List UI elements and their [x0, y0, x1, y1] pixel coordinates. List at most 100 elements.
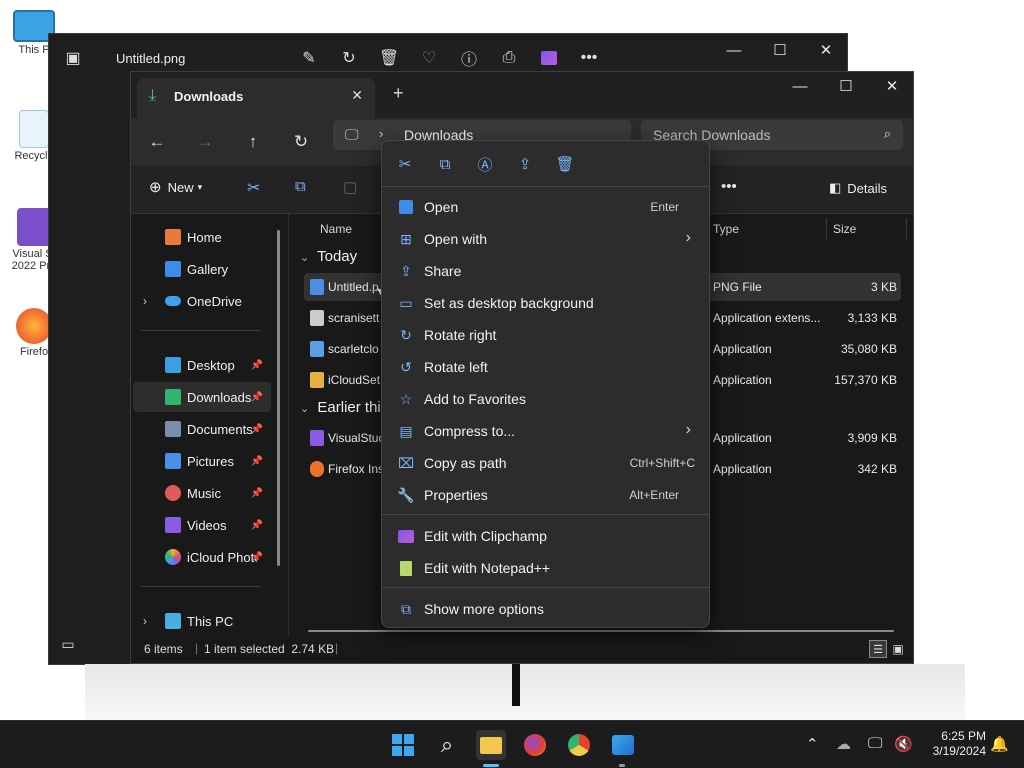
- heart-icon[interactable]: ♡: [419, 48, 439, 68]
- taskbar-firefox[interactable]: [520, 730, 550, 760]
- delete-icon[interactable]: 🗑: [379, 48, 399, 68]
- start-button[interactable]: [388, 730, 418, 760]
- menu-item-compress[interactable]: ▤ Compress to... ›: [386, 416, 707, 446]
- tab-close-icon[interactable]: ✕: [351, 87, 363, 104]
- copy-icon[interactable]: ⧉: [434, 153, 456, 175]
- nav-item-music[interactable]: Music 📌: [133, 478, 271, 508]
- nav-item-this-pc[interactable]: › This PC: [133, 606, 271, 636]
- menu-item-properties[interactable]: 🔧 Properties Alt+Enter: [386, 480, 707, 510]
- refresh-icon[interactable]: ↻: [289, 130, 313, 154]
- paste-icon[interactable]: ▢: [343, 178, 357, 196]
- chevron-right-icon: ›: [143, 294, 147, 308]
- cut-icon[interactable]: ✂: [247, 178, 260, 198]
- new-button[interactable]: ⊕ New ▾: [149, 178, 202, 196]
- menu-item-edit-clipchamp[interactable]: Edit with Clipchamp: [386, 521, 707, 551]
- column-size[interactable]: Size: [833, 214, 856, 244]
- file-size: 342 KB: [857, 462, 897, 476]
- taskbar-photos[interactable]: [608, 730, 638, 760]
- menu-item-rotate-left[interactable]: ↺ Rotate left: [386, 352, 707, 382]
- menu-separator: [382, 587, 709, 588]
- rotate-icon[interactable]: ↻: [339, 48, 359, 68]
- nav-item-desktop[interactable]: Desktop 📌: [133, 350, 271, 380]
- up-arrow-icon[interactable]: ↑: [241, 130, 265, 154]
- taskbar: ⌕ ⌃ ☁ 🖵 🔇 6:25 PM 3/19/2024 🔔: [0, 720, 1024, 768]
- status-divider: |: [195, 641, 199, 655]
- info-icon[interactable]: ⓘ: [459, 48, 479, 69]
- menu-item-copy-path[interactable]: ⌧ Copy as path Ctrl+Shift+C: [386, 448, 707, 478]
- nav-item-label: Music: [187, 485, 221, 501]
- delete-icon[interactable]: 🗑: [554, 153, 576, 175]
- nav-item-label: Pictures: [187, 453, 234, 469]
- menu-item-open-with[interactable]: ⊞ Open with ›: [386, 224, 707, 254]
- group-header-today[interactable]: ⌄ Today: [300, 248, 357, 265]
- photos-maximize-button[interactable]: ☐: [757, 34, 803, 66]
- tiles-view-icon[interactable]: ▣: [889, 640, 907, 658]
- new-tab-button[interactable]: +: [393, 83, 404, 104]
- menu-item-shortcut: Alt+Enter: [629, 488, 679, 502]
- file-type: Application: [713, 373, 772, 387]
- onedrive-cloud-icon[interactable]: ☁: [836, 735, 851, 753]
- photos-minimize-button[interactable]: —: [711, 34, 757, 66]
- nav-scrollbar[interactable]: [277, 230, 280, 566]
- menu-item-label: Share: [424, 263, 462, 279]
- cut-icon[interactable]: ✂: [394, 153, 416, 175]
- notification-bell-icon[interactable]: 🔔: [990, 735, 1009, 753]
- nav-item-icloud-photos[interactable]: iCloud Photo 📌: [133, 542, 271, 572]
- menu-item-edit-notepad[interactable]: Edit with Notepad++: [386, 553, 707, 583]
- photos-close-button[interactable]: ✕: [803, 34, 849, 66]
- nav-item-documents[interactable]: Documents 📌: [133, 414, 271, 444]
- details-view-icon[interactable]: ☰: [869, 640, 887, 658]
- search-icon[interactable]: ⌕: [432, 730, 462, 760]
- print-icon[interactable]: ⎙: [499, 48, 519, 68]
- image-icon: [398, 199, 414, 215]
- open-with-icon: ⊞: [400, 230, 412, 247]
- nav-item-gallery[interactable]: Gallery: [133, 254, 271, 284]
- menu-item-add-favorites[interactable]: ☆ Add to Favorites: [386, 384, 707, 414]
- nav-item-onedrive[interactable]: › OneDrive: [133, 286, 271, 316]
- taskbar-file-explorer[interactable]: [476, 730, 506, 760]
- explorer-maximize-button[interactable]: ☐: [823, 72, 869, 100]
- taskbar-chrome[interactable]: [564, 730, 594, 760]
- chevron-down-icon: ⌄: [300, 403, 310, 415]
- file-name: VisualStuc: [328, 431, 385, 445]
- column-name[interactable]: Name: [320, 214, 352, 244]
- forward-arrow-icon[interactable]: →: [193, 130, 217, 154]
- filmstrip-icon[interactable]: ▭: [53, 630, 83, 658]
- details-button[interactable]: ◧ Details: [829, 180, 887, 196]
- copy-icon[interactable]: ⧉: [295, 178, 306, 195]
- nav-item-downloads[interactable]: Downloads 📌: [133, 382, 271, 412]
- nav-item-pictures[interactable]: Pictures 📌: [133, 446, 271, 476]
- back-arrow-icon[interactable]: ←: [145, 130, 169, 154]
- horizontal-scrollbar[interactable]: [308, 630, 894, 632]
- clipchamp-icon[interactable]: [539, 48, 559, 68]
- pin-icon: 📌: [250, 519, 263, 531]
- file-size: 3 KB: [870, 280, 897, 294]
- menu-item-share[interactable]: ⇪ Share: [386, 256, 707, 286]
- more-options-icon: ⧉: [401, 600, 411, 617]
- nav-item-home[interactable]: Home: [133, 222, 271, 252]
- nav-item-videos[interactable]: Videos 📌: [133, 510, 271, 540]
- menu-item-show-more[interactable]: ⧉ Show more options: [386, 594, 707, 624]
- network-icon[interactable]: 🖵: [868, 735, 882, 752]
- edit-image-icon[interactable]: ✎: [299, 48, 319, 68]
- menu-item-open[interactable]: Open Enter: [386, 192, 707, 222]
- clock[interactable]: 6:25 PM 3/19/2024: [920, 729, 986, 759]
- tab-downloads[interactable]: ⤓ Downloads ✕: [137, 78, 375, 118]
- menu-item-label: Rotate right: [424, 327, 497, 343]
- clipchamp-icon: [398, 528, 414, 544]
- more-icon[interactable]: •••: [721, 178, 737, 195]
- menu-item-rotate-right[interactable]: ↻ Rotate right: [386, 320, 707, 350]
- nav-divider: [141, 586, 261, 587]
- group-header-earlier[interactable]: ⌄ Earlier this: [300, 399, 388, 416]
- chevron-up-icon[interactable]: ⌃: [806, 735, 819, 753]
- rename-icon[interactable]: Ⓐ: [474, 153, 496, 175]
- more-icon[interactable]: •••: [579, 48, 599, 68]
- share-icon[interactable]: ⇪: [514, 153, 536, 175]
- explorer-minimize-button[interactable]: —: [777, 72, 823, 100]
- volume-muted-icon[interactable]: 🔇: [894, 735, 913, 753]
- column-type[interactable]: Type: [713, 214, 739, 244]
- menu-item-set-background[interactable]: ▭ Set as desktop background: [386, 288, 707, 318]
- computer-icon: 🖵: [345, 126, 359, 142]
- wallpaper-icon: ▭: [399, 294, 413, 311]
- explorer-close-button[interactable]: ✕: [869, 72, 915, 100]
